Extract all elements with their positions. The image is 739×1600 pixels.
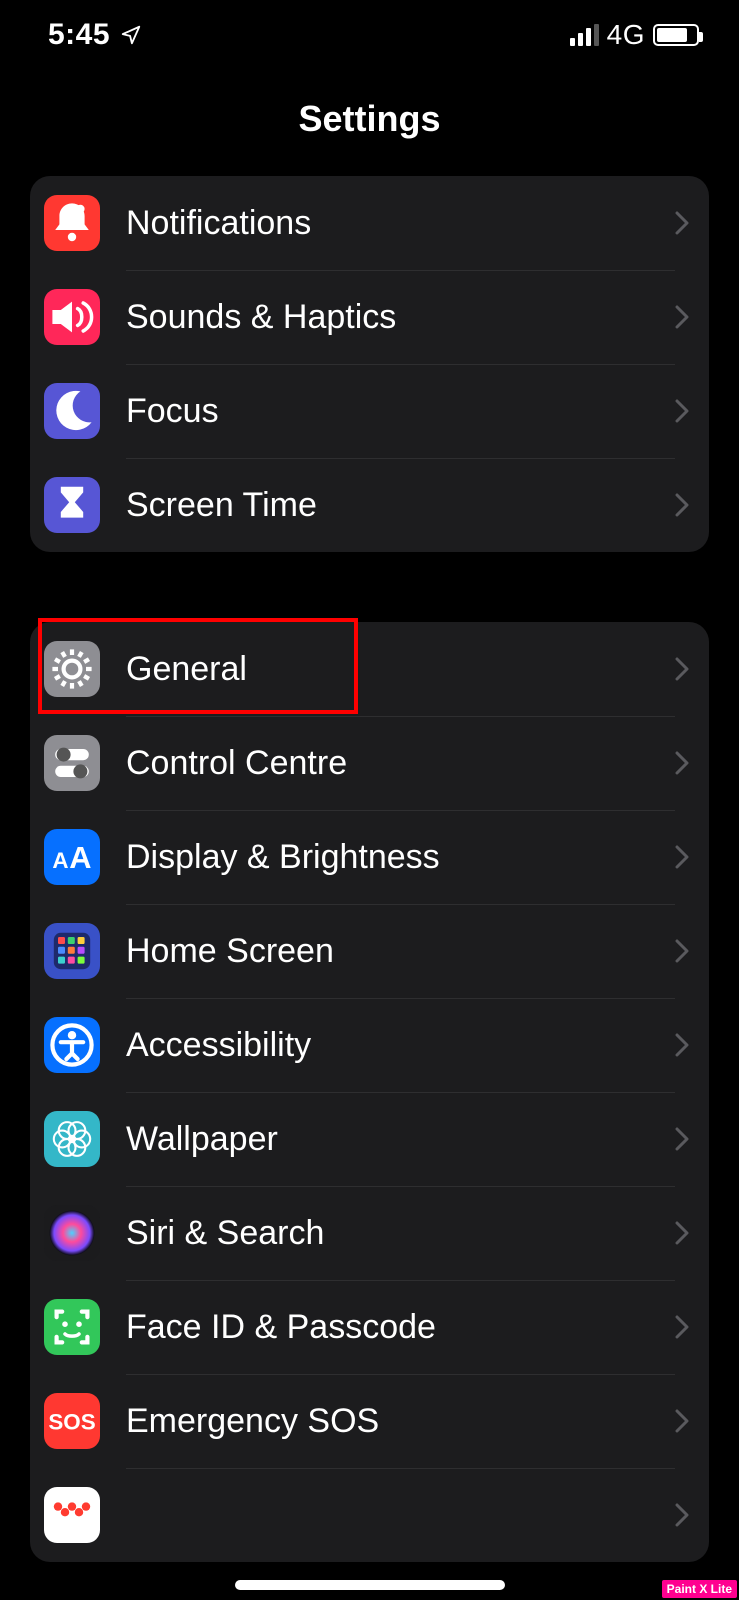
- exposure-icon: [44, 1487, 100, 1543]
- row-label-area: Siri & Search: [126, 1186, 675, 1280]
- row-label: Siri & Search: [126, 1214, 324, 1253]
- row-label-area: Focus: [126, 364, 675, 458]
- settings-row-focus[interactable]: Focus: [30, 364, 709, 458]
- svg-text:A: A: [69, 840, 91, 875]
- chevron-right-icon: [675, 657, 689, 681]
- chevron-right-icon: [675, 751, 689, 775]
- settings-row-exposure[interactable]: [30, 1468, 709, 1562]
- chevron-right-icon: [675, 1409, 689, 1433]
- chevron-right-icon: [675, 305, 689, 329]
- row-label: Notifications: [126, 204, 311, 243]
- focus-icon: [44, 383, 100, 439]
- settings-group-1: General Control Centre AA Display & Brig…: [30, 622, 709, 1562]
- notifications-icon: [44, 195, 100, 251]
- status-bar: 5:45 4G: [0, 0, 739, 70]
- siri-icon: [44, 1205, 100, 1261]
- screentime-icon: [44, 477, 100, 533]
- svg-text:SOS: SOS: [48, 1409, 95, 1434]
- row-label-area: Wallpaper: [126, 1092, 675, 1186]
- accessibility-icon: [44, 1017, 100, 1073]
- settings-group-0: Notifications Sounds & Haptics Focus Scr…: [30, 176, 709, 552]
- status-left: 5:45: [48, 18, 142, 52]
- row-label: Sounds & Haptics: [126, 298, 396, 337]
- chevron-right-icon: [675, 1221, 689, 1245]
- settings-row-general[interactable]: General: [30, 622, 709, 716]
- row-label: Screen Time: [126, 486, 317, 525]
- settings-row-screentime[interactable]: Screen Time: [30, 458, 709, 552]
- row-label: General: [126, 650, 247, 689]
- chevron-right-icon: [675, 1033, 689, 1057]
- general-icon: [44, 641, 100, 697]
- row-label-area: Control Centre: [126, 716, 675, 810]
- row-label: Face ID & Passcode: [126, 1308, 436, 1347]
- row-label: Emergency SOS: [126, 1402, 379, 1441]
- wallpaper-icon: [44, 1111, 100, 1167]
- row-label-area: Accessibility: [126, 998, 675, 1092]
- chevron-right-icon: [675, 399, 689, 423]
- homescreen-icon: [44, 923, 100, 979]
- settings-row-faceid[interactable]: Face ID & Passcode: [30, 1280, 709, 1374]
- page-title: Settings: [0, 70, 739, 176]
- settings-row-sounds[interactable]: Sounds & Haptics: [30, 270, 709, 364]
- row-label-area: Display & Brightness: [126, 810, 675, 904]
- settings-row-homescreen[interactable]: Home Screen: [30, 904, 709, 998]
- chevron-right-icon: [675, 1315, 689, 1339]
- row-label: Accessibility: [126, 1026, 311, 1065]
- settings-row-accessibility[interactable]: Accessibility: [30, 998, 709, 1092]
- chevron-right-icon: [675, 211, 689, 235]
- battery-icon: [653, 24, 699, 46]
- sos-icon: SOS: [44, 1393, 100, 1449]
- chevron-right-icon: [675, 939, 689, 963]
- home-indicator[interactable]: [235, 1580, 505, 1590]
- row-label: Display & Brightness: [126, 838, 440, 877]
- status-right: 4G: [570, 19, 699, 51]
- row-label-area: Notifications: [126, 176, 675, 270]
- settings-row-sos[interactable]: SOS Emergency SOS: [30, 1374, 709, 1468]
- row-label-area: Screen Time: [126, 458, 675, 552]
- sounds-icon: [44, 289, 100, 345]
- status-time: 5:45: [48, 18, 110, 52]
- chevron-right-icon: [675, 1127, 689, 1151]
- settings-row-wallpaper[interactable]: Wallpaper: [30, 1092, 709, 1186]
- chevron-right-icon: [675, 493, 689, 517]
- settings-row-siri[interactable]: Siri & Search: [30, 1186, 709, 1280]
- row-label-area: General: [126, 622, 675, 716]
- row-label-area: Sounds & Haptics: [126, 270, 675, 364]
- display-icon: AA: [44, 829, 100, 885]
- network-label: 4G: [607, 19, 645, 51]
- settings-row-display[interactable]: AA Display & Brightness: [30, 810, 709, 904]
- svg-text:A: A: [52, 848, 68, 873]
- row-label-area: Emergency SOS: [126, 1374, 675, 1468]
- chevron-right-icon: [675, 845, 689, 869]
- settings-row-notifications[interactable]: Notifications: [30, 176, 709, 270]
- settings-content: Notifications Sounds & Haptics Focus Scr…: [0, 176, 739, 1562]
- row-label-area: Home Screen: [126, 904, 675, 998]
- settings-row-controlcentre[interactable]: Control Centre: [30, 716, 709, 810]
- chevron-right-icon: [675, 1503, 689, 1527]
- faceid-icon: [44, 1299, 100, 1355]
- row-label: Wallpaper: [126, 1120, 278, 1159]
- row-label-area: [126, 1468, 675, 1562]
- location-icon: [120, 24, 142, 46]
- row-label: Control Centre: [126, 744, 347, 783]
- controlcentre-icon: [44, 735, 100, 791]
- row-label-area: Face ID & Passcode: [126, 1280, 675, 1374]
- row-label: Focus: [126, 392, 219, 431]
- watermark-badge: Paint X Lite: [662, 1580, 737, 1598]
- signal-icon: [570, 24, 599, 46]
- row-label: Home Screen: [126, 932, 334, 971]
